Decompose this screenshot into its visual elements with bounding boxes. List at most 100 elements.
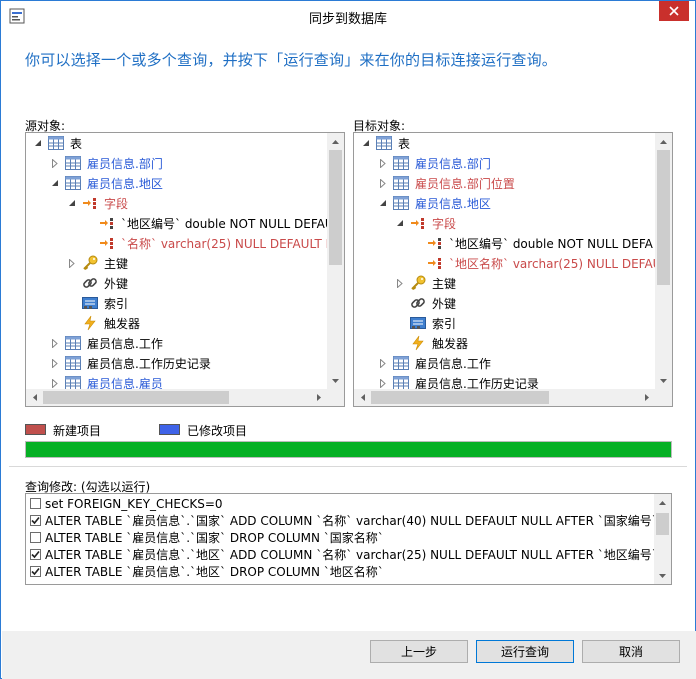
tree-node[interactable]: `地区编号` double NOT NULL DEFAU [83, 213, 327, 233]
tree-node[interactable]: 索引 [66, 293, 128, 313]
tree-node[interactable]: 外键 [66, 273, 128, 293]
tree-node[interactable]: 雇员信息.部门位置 [377, 173, 515, 193]
scroll-up-icon[interactable] [654, 494, 671, 511]
collapse-arrow-icon[interactable] [66, 197, 78, 209]
scroll-left-icon[interactable] [26, 389, 43, 406]
tree-node[interactable]: 雇员信息.工作 [49, 333, 163, 353]
link-icon [82, 275, 98, 291]
scroll-right-icon[interactable] [638, 389, 655, 406]
tree-node[interactable]: 触发器 [394, 333, 468, 353]
collapse-arrow-icon[interactable] [394, 217, 406, 229]
tree-node[interactable]: 雇员信息.工作 [377, 353, 491, 373]
expand-arrow-icon[interactable] [377, 177, 389, 189]
source-tree[interactable]: 表雇员信息.部门雇员信息.地区字段 `地区编号` double NOT NULL … [25, 132, 345, 407]
tree-node-label: 触发器 [432, 336, 469, 351]
query-checkbox[interactable] [30, 549, 41, 560]
query-text: ALTER TABLE `雇员信息`.`国家` DROP COLUMN `国家名… [45, 531, 384, 545]
tree-node[interactable]: 外键 [394, 293, 456, 313]
expand-arrow-icon[interactable] [49, 337, 61, 349]
query-checkbox[interactable] [30, 532, 41, 543]
tree-node[interactable]: 雇员信息.地区 [49, 173, 163, 193]
fields-icon [410, 215, 426, 231]
field-icon [99, 215, 115, 231]
scroll-up-icon[interactable] [327, 133, 344, 150]
expand-arrow-icon[interactable] [394, 277, 406, 289]
tree-node[interactable]: 雇员信息.雇员 [49, 373, 163, 389]
tree-node-label: 雇员信息.地区 [87, 176, 163, 191]
tree-node-label: 字段 [104, 196, 129, 211]
expand-arrow-icon[interactable] [49, 357, 61, 369]
key-icon [82, 255, 98, 271]
expand-arrow-icon[interactable] [377, 157, 389, 169]
tree-node[interactable]: 触发器 [66, 313, 140, 333]
tree-node-label: 雇员信息.工作 [87, 336, 163, 351]
fields-icon [82, 195, 98, 211]
close-button[interactable] [659, 1, 689, 21]
source-hscroll[interactable] [26, 389, 327, 406]
expand-arrow-icon[interactable] [377, 377, 389, 389]
query-text: ALTER TABLE `雇员信息`.`地区` ADD COLUMN `名称` … [45, 548, 658, 562]
query-item[interactable]: ALTER TABLE `雇员信息`.`国家` DROP COLUMN `国家名… [30, 529, 384, 546]
tree-node-label: 索引 [104, 296, 129, 311]
scroll-thumb[interactable] [656, 513, 669, 535]
scroll-down-icon[interactable] [655, 372, 672, 389]
scroll-up-icon[interactable] [655, 133, 672, 150]
field-icon [427, 235, 443, 251]
tree-node[interactable]: 雇员信息.部门 [377, 153, 491, 173]
run-query-button[interactable]: 运行查询 [476, 640, 574, 663]
tree-node[interactable]: 雇员信息.工作历史记录 [49, 353, 211, 373]
tree-node[interactable]: 雇员信息.部门 [49, 153, 163, 173]
tree-node[interactable]: `地区名称` varchar(25) NULL DEFAU [411, 253, 655, 273]
collapse-arrow-icon[interactable] [360, 137, 372, 149]
back-button[interactable]: 上一步 [370, 640, 468, 663]
scroll-thumb[interactable] [43, 391, 229, 404]
query-item[interactable]: set FOREIGN_KEY_CHECKS=0 [30, 495, 223, 512]
tree-node[interactable]: 表 [360, 133, 410, 153]
tree-node[interactable]: 主键 [394, 273, 456, 293]
query-item[interactable]: ALTER TABLE `雇员信息`.`地区` DROP COLUMN `地区名… [30, 563, 384, 580]
expand-arrow-icon[interactable] [377, 357, 389, 369]
query-checkbox[interactable] [30, 566, 41, 577]
scroll-thumb[interactable] [371, 391, 549, 404]
target-vscroll[interactable] [655, 133, 672, 389]
expand-arrow-icon[interactable] [49, 157, 61, 169]
scroll-down-icon[interactable] [327, 372, 344, 389]
tree-node[interactable]: 字段 [394, 213, 456, 233]
query-list[interactable]: set FOREIGN_KEY_CHECKS=0 ALTER TABLE `雇员信… [25, 493, 672, 585]
query-item[interactable]: ALTER TABLE `雇员信息`.`国家` ADD COLUMN `名称` … [30, 512, 658, 529]
tree-node[interactable]: 雇员信息.地区 [377, 193, 491, 213]
index-icon [82, 295, 98, 311]
tree-node[interactable]: `地区编号` double NOT NULL DEFA [411, 233, 653, 253]
source-tree-rows: 表雇员信息.部门雇员信息.地区字段 `地区编号` double NOT NULL … [26, 133, 327, 389]
scroll-right-icon[interactable] [310, 389, 327, 406]
expand-arrow-icon[interactable] [49, 377, 61, 389]
collapse-arrow-icon[interactable] [32, 137, 44, 149]
collapse-arrow-icon[interactable] [49, 177, 61, 189]
expand-arrow-icon[interactable] [66, 257, 78, 269]
cancel-button[interactable]: 取消 [582, 640, 680, 663]
tree-node[interactable]: 主键 [66, 253, 128, 273]
scroll-down-icon[interactable] [654, 567, 671, 584]
scroll-thumb[interactable] [657, 150, 670, 285]
source-vscroll[interactable] [327, 133, 344, 389]
query-vscroll[interactable] [654, 494, 671, 584]
tree-node[interactable]: 字段 [66, 193, 128, 213]
scroll-thumb[interactable] [329, 150, 342, 265]
divider [9, 466, 687, 467]
tree-node[interactable]: 雇员信息.工作历史记录 [377, 373, 539, 389]
scroll-left-icon[interactable] [354, 389, 371, 406]
collapse-arrow-icon[interactable] [377, 197, 389, 209]
target-hscroll[interactable] [354, 389, 655, 406]
query-item[interactable]: ALTER TABLE `雇员信息`.`地区` ADD COLUMN `名称` … [30, 546, 658, 563]
query-checkbox[interactable] [30, 515, 41, 526]
tree-node[interactable]: 表 [32, 133, 82, 153]
tree-node-label: 字段 [432, 216, 457, 231]
target-tree[interactable]: 表雇员信息.部门 雇员信息.部门位置 雇员信息.地区字段 `地区编号` double … [353, 132, 673, 407]
tree-node[interactable]: 索引 [394, 313, 456, 333]
query-checkbox[interactable] [30, 498, 41, 509]
tree-node[interactable]: `名称` varchar(25) NULL DEFAULT N [83, 233, 327, 253]
sync-dialog: 同步到数据库 你可以选择一个或多个查询，并按下「运行查询」来在你的目标连接运行查… [0, 0, 696, 679]
